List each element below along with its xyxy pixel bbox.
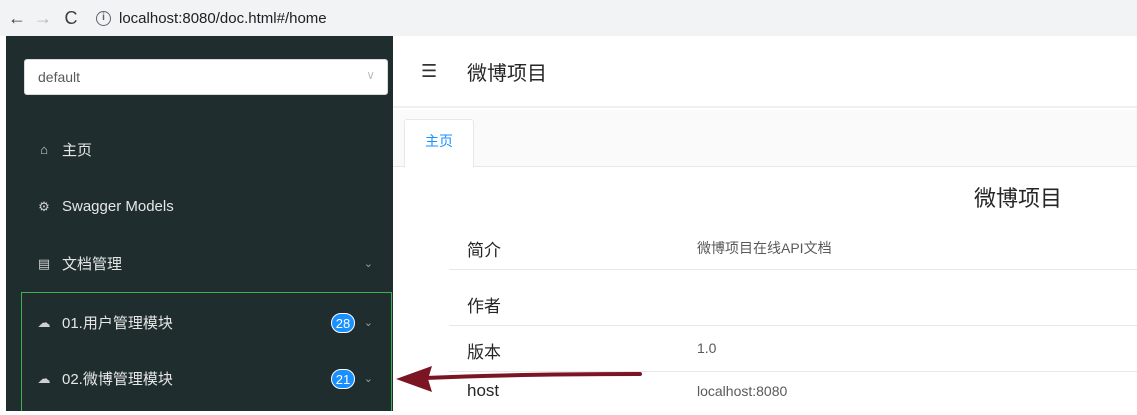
chevron-down-icon: ∨ xyxy=(366,68,375,82)
info-row: host localhost:8080 xyxy=(449,369,1137,415)
page-title: 微博项目 xyxy=(467,62,547,85)
back-icon[interactable]: ← xyxy=(6,7,28,29)
info-label: host xyxy=(467,381,500,400)
count-badge: 21 xyxy=(331,368,355,389)
forward-icon[interactable]: → xyxy=(32,7,54,29)
doc-title: 微博项目 xyxy=(974,186,1063,211)
sidebar-item-label: Swagger Models xyxy=(62,198,174,215)
tab-strip: 主页 xyxy=(393,110,1137,168)
info-row: 版本 1.0 xyxy=(449,326,1137,372)
sidebar-item-weibo-module[interactable]: ☁ 02.微博管理模块 21 ⌄ xyxy=(6,350,393,407)
sidebar-item-label: 01.用户管理模块 xyxy=(62,315,173,332)
address-bar[interactable]: i localhost:8080/doc.html#/home xyxy=(96,10,327,27)
chevron-down-icon: ⌄ xyxy=(363,317,373,329)
info-label: 版本 xyxy=(467,343,501,362)
chevron-down-icon: ⌄ xyxy=(363,258,373,270)
info-value: 1.0 xyxy=(697,340,717,356)
browser-toolbar: ← → C i localhost:8080/doc.html#/home xyxy=(0,0,1137,36)
sidebar: default ∨ ⌂ 主页 ⚙ Swagger Models ▤ 文档管理 ⌄… xyxy=(0,36,393,411)
main-header: ☰ 微博项目 xyxy=(393,36,1137,108)
info-icon[interactable]: i xyxy=(96,10,111,26)
reload-icon[interactable]: C xyxy=(60,7,82,29)
group-select[interactable]: default ∨ xyxy=(24,59,388,95)
info-value: localhost:8080 xyxy=(697,383,788,399)
sidebar-edge xyxy=(0,36,6,411)
info-row: 作者 xyxy=(449,280,1137,326)
sidebar-item-user-module[interactable]: ☁ 01.用户管理模块 28 ⌄ xyxy=(6,294,393,351)
info-label: 简介 xyxy=(467,241,501,260)
sidebar-item-swagger-models[interactable]: ⚙ Swagger Models xyxy=(6,178,393,235)
group-select-value: default xyxy=(38,69,81,85)
menu-toggle-icon[interactable]: ☰ xyxy=(421,61,445,82)
cloud-icon: ☁ xyxy=(37,370,51,386)
sidebar-item-doc-management[interactable]: ▤ 文档管理 ⌄ xyxy=(6,235,393,292)
sidebar-item-label: 主页 xyxy=(62,142,93,159)
home-icon: ⌂ xyxy=(40,142,48,157)
document-icon: ▤ xyxy=(37,255,51,271)
chevron-down-icon: ⌄ xyxy=(363,373,373,385)
url-text[interactable]: localhost:8080/doc.html#/home xyxy=(119,10,327,27)
sidebar-item-label: 文档管理 xyxy=(62,256,123,273)
info-row: 简介 微博项目在线API文档 xyxy=(449,224,1137,270)
info-label: 作者 xyxy=(467,297,501,316)
sidebar-item-home[interactable]: ⌂ 主页 xyxy=(6,121,393,178)
info-value: 微博项目在线API文档 xyxy=(697,240,832,256)
tab-home[interactable]: 主页 xyxy=(404,119,474,168)
cloud-icon: ☁ xyxy=(37,314,51,330)
models-icon: ⚙ xyxy=(38,198,50,214)
count-badge: 28 xyxy=(331,312,355,333)
sidebar-item-label: 02.微博管理模块 xyxy=(62,371,173,388)
